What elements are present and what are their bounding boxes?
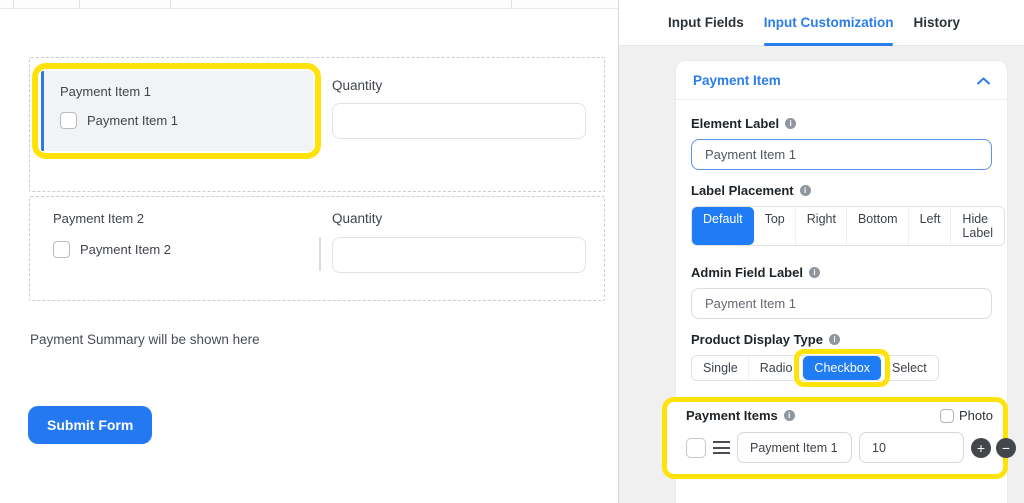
product-display-type-options: Single Radio Checkbox Select [691,349,939,387]
option-hide-label[interactable]: Hide Label [951,207,1004,245]
remove-item-button[interactable] [996,437,1016,458]
payment-item-1-checkbox-label: Payment Item 1 [87,113,179,128]
quantity-label: Quantity [332,211,383,226]
payment-item-2-checkbox[interactable] [53,241,70,258]
strip-divider [79,0,80,9]
strip-divider [511,0,512,9]
info-icon[interactable] [799,185,811,196]
chevron-up-icon[interactable] [977,77,990,85]
option-top[interactable]: Top [754,207,796,245]
cropped-browser-strip [0,0,618,9]
payment-item-2-label: Payment Item 2 [53,211,145,226]
item-name-input[interactable] [737,432,852,463]
tab-input-customization[interactable]: Input Customization [763,0,893,46]
option-select[interactable]: Select [881,356,938,380]
settings-section-title: Payment Item [693,73,781,88]
option-bottom[interactable]: Bottom [847,207,909,245]
strip-divider [13,0,14,9]
form-field-container-payment-item-2[interactable]: Payment Item 2 Payment Item 2 Quantity [29,196,605,301]
payment-summary-placeholder: Payment Summary will be shown here [30,332,260,347]
column-divider [319,237,321,271]
quantity-input[interactable] [332,103,586,139]
strip-divider [170,0,171,9]
element-label-heading: Element Label [691,116,780,131]
info-icon[interactable] [785,118,797,129]
option-radio[interactable]: Radio [749,356,804,380]
item-price-input[interactable] [859,432,964,463]
option-single[interactable]: Single [692,356,749,380]
admin-field-label-input[interactable] [691,288,992,319]
selected-payment-item-element[interactable]: Payment Item 1 Payment Item 1 [41,71,313,151]
highlight-ring-payment-item-1: Payment Item 1 Payment Item 1 [32,63,321,159]
submit-form-button[interactable]: Submit Form [28,406,153,444]
info-icon[interactable] [808,267,820,278]
info-icon[interactable] [783,410,795,421]
label-placement-options: Default Top Right Bottom Left Hide Label [691,206,1005,246]
settings-panel: Input Fields Input Customization History… [618,0,1024,503]
info-icon[interactable] [828,334,840,345]
tab-history[interactable]: History [913,0,960,45]
payment-item-1-checkbox[interactable] [60,112,77,129]
payment-item-2-checkbox-label: Payment Item 2 [80,242,172,257]
item-row-checkbox[interactable] [686,437,706,458]
quantity-label: Quantity [332,78,383,93]
photo-checkbox-label: Photo [959,408,993,423]
label-placement-heading: Label Placement [691,183,794,198]
option-right[interactable]: Right [796,207,847,245]
option-checkbox[interactable]: Checkbox [803,356,882,380]
option-default[interactable]: Default [692,207,754,245]
payment-item-row [686,432,1016,463]
panel-tabs: Input Fields Input Customization History [619,0,1024,46]
option-left[interactable]: Left [909,207,952,245]
highlight-ring-payment-items-section: Payment Items Photo [662,397,1016,479]
form-field-container-payment-item-1[interactable]: Payment Item 1 Payment Item 1 Quantity [29,57,605,192]
element-label-input[interactable] [691,139,992,170]
form-builder-page: Payment Item 1 Payment Item 1 Quantity P… [0,0,1024,503]
tab-input-fields[interactable]: Input Fields [668,0,744,45]
product-display-type-heading: Product Display Type [691,332,823,347]
settings-card-header[interactable]: Payment Item [676,61,1007,100]
quantity-input[interactable] [332,237,586,273]
payment-item-1-label: Payment Item 1 [60,84,152,99]
payment-item-settings-card: Payment Item Element Label Label Placeme… [662,60,1016,503]
admin-field-label-heading: Admin Field Label [691,265,803,280]
drag-handle-icon[interactable] [713,441,730,454]
payment-items-heading: Payment Items [686,408,778,423]
photo-checkbox[interactable] [940,408,955,423]
add-item-button[interactable] [971,437,991,458]
